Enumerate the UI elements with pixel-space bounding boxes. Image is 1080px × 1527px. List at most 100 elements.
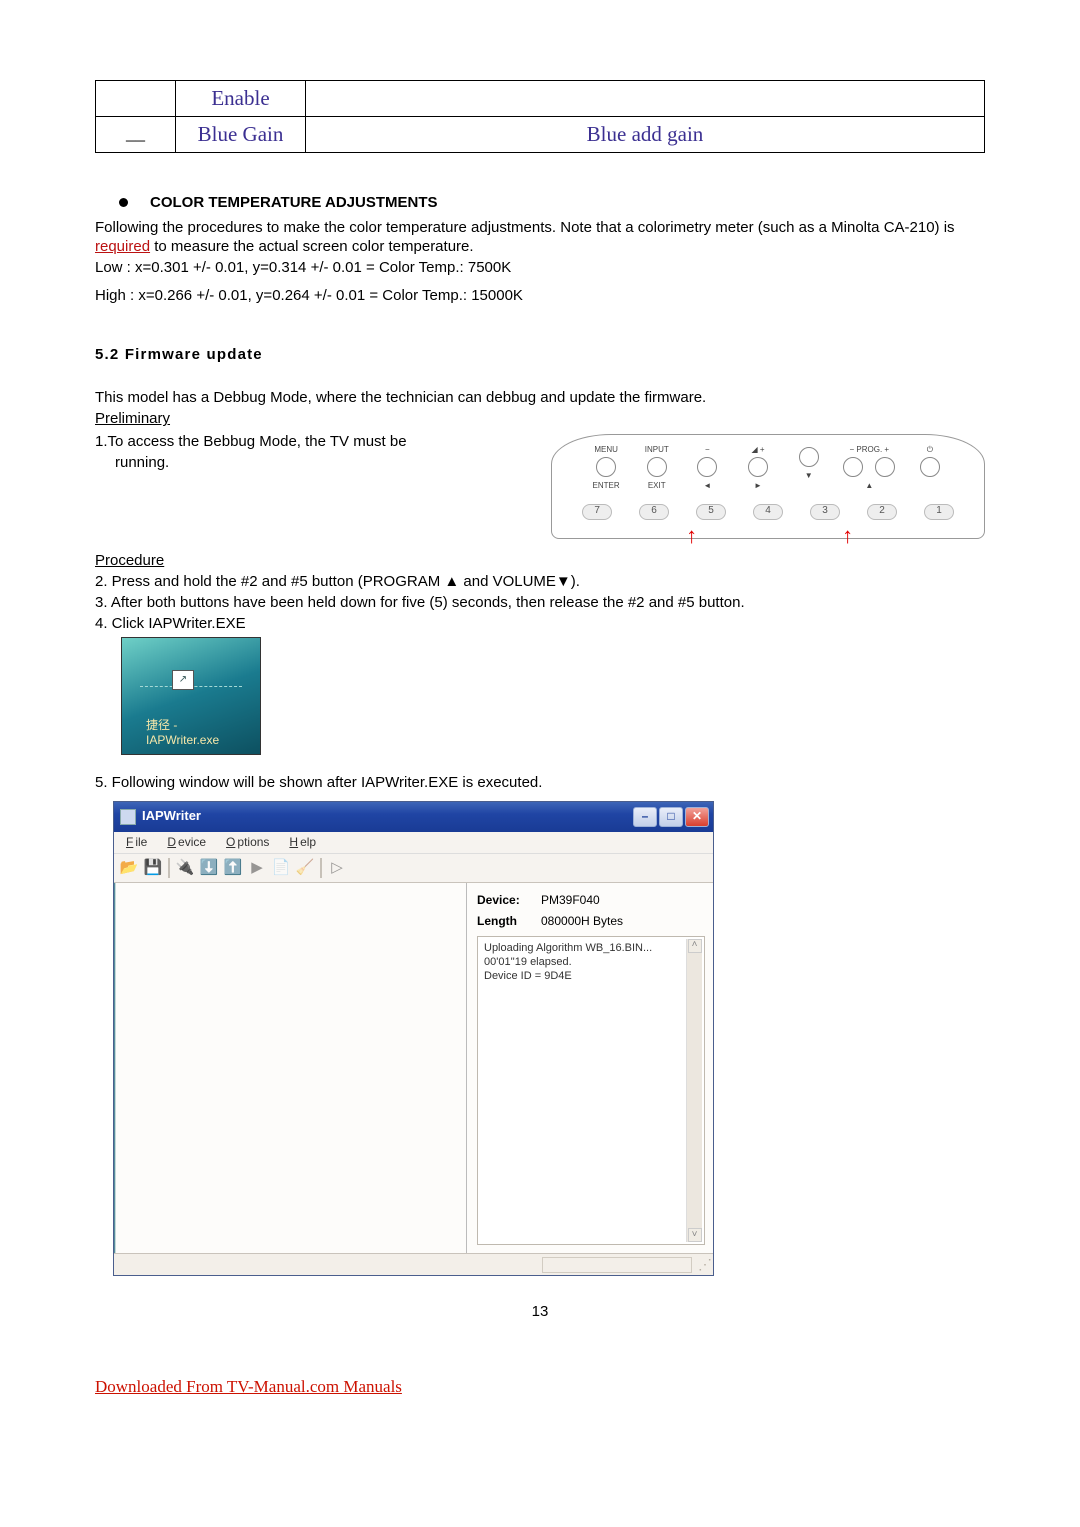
step1-text: 1.To access the Bebbug Mode, the TV must… bbox=[95, 430, 531, 538]
cell-r1c3 bbox=[306, 81, 985, 117]
cell-r2c1: __ bbox=[96, 116, 176, 152]
toolbar-separator-2 bbox=[320, 858, 322, 878]
step1-line2: running. bbox=[95, 453, 531, 472]
log-line-3: Device ID = 9D4E bbox=[484, 969, 698, 983]
panel-num-1: 1 bbox=[924, 504, 954, 520]
red-arrow-5-icon: ↑ bbox=[686, 522, 697, 550]
step1-and-panel: 1.To access the Bebbug Mode, the TV must… bbox=[95, 430, 985, 538]
step1-line1: 1.To access the Bebbug Mode, the TV must… bbox=[95, 432, 531, 451]
run-icon[interactable]: ▶ bbox=[246, 857, 268, 879]
shortcut-arrow-icon bbox=[172, 670, 194, 690]
download-chip-icon[interactable]: ⬇️ bbox=[198, 857, 220, 879]
iap-toolbar: 📂 💾 🔌 ⬇️ ⬆️ ▶ 📄 🧹 ▷ bbox=[114, 853, 713, 883]
cell-r1c1 bbox=[96, 81, 176, 117]
menu-options[interactable]: Options bbox=[222, 834, 271, 851]
device-key: Device: bbox=[477, 893, 529, 908]
p1-tail: to measure the actual screen color tempe… bbox=[150, 238, 474, 255]
iap-menu-bar: File Device Options Help bbox=[114, 832, 713, 853]
upload-chip-icon[interactable]: ⬆️ bbox=[222, 857, 244, 879]
p1-part1: Following the procedures to make the col… bbox=[95, 219, 955, 236]
panel-btn-down: ▼ bbox=[789, 445, 829, 481]
panel-number-row: 7 6 5 4 3 2 1 ↑ ↑ bbox=[582, 504, 954, 520]
procedure-heading: Procedure bbox=[95, 551, 985, 570]
scroll-up-icon[interactable]: ˄ bbox=[688, 939, 702, 953]
iap-icon-label1: 捷径 - bbox=[146, 718, 260, 733]
length-key: Length bbox=[477, 914, 529, 929]
cell-r2c3: Blue add gain bbox=[306, 116, 985, 152]
next-icon[interactable]: ▷ bbox=[326, 857, 348, 879]
log-textarea[interactable]: Uploading Algorithm WB_16.BIN... 00'01''… bbox=[477, 936, 705, 1245]
preliminary-heading: Preliminary bbox=[95, 409, 985, 428]
gain-table: Enable __ Blue Gain Blue add gain bbox=[95, 80, 985, 153]
length-value: 080000H Bytes bbox=[541, 914, 623, 929]
panel-num-3: 3 bbox=[810, 504, 840, 520]
panel-btn-menu: MENUENTER bbox=[586, 445, 626, 491]
erase-icon[interactable]: 🧹 bbox=[294, 857, 316, 879]
panel-btn-input: INPUTEXIT bbox=[637, 445, 677, 491]
tv-control-panel-figure: MENUENTER INPUTEXIT −◄ ◢ +► ▼ − PROG. +▲… bbox=[551, 430, 985, 538]
panel-num-2: 2 bbox=[867, 504, 897, 520]
iap-app-icon bbox=[120, 809, 136, 825]
iap-status-bar: ⋰ bbox=[114, 1253, 713, 1275]
menu-help[interactable]: Help bbox=[285, 834, 318, 851]
step4: 4. Click IAPWriter.EXE bbox=[95, 614, 985, 633]
save-icon[interactable]: 💾 bbox=[142, 857, 164, 879]
section-color-temp-heading: COLOR TEMPERATURE ADJUSTMENTS bbox=[95, 193, 985, 212]
log-line-2: 00'01''19 elapsed. bbox=[484, 955, 698, 969]
scroll-down-icon[interactable]: ˅ bbox=[688, 1228, 702, 1242]
iap-icon-label2: IAPWriter.exe bbox=[146, 733, 260, 748]
close-button[interactable]: ✕ bbox=[685, 807, 709, 827]
high-line: High : x=0.266 +/- 0.01, y=0.264 +/- 0.0… bbox=[95, 286, 985, 305]
iap-right-pane: Device: PM39F040 Length 080000H Bytes Up… bbox=[467, 883, 713, 1253]
iapwriter-window: IAPWriter – □ ✕ File Device Options Help… bbox=[113, 801, 714, 1276]
red-arrow-2-icon: ↑ bbox=[842, 522, 853, 550]
menu-file[interactable]: File bbox=[122, 834, 149, 851]
panel-circle-icon bbox=[596, 457, 616, 477]
step3: 3. After both buttons have been held dow… bbox=[95, 593, 985, 612]
step2: 2. Press and hold the #2 and #5 button (… bbox=[95, 572, 985, 591]
panel-num-6: 6 bbox=[639, 504, 669, 520]
panel-btn-volplus: ◢ +► bbox=[738, 445, 778, 491]
log-line-1: Uploading Algorithm WB_16.BIN... bbox=[484, 941, 698, 955]
panel-num-4: 4 bbox=[753, 504, 783, 520]
section-color-temp-title: COLOR TEMPERATURE ADJUSTMENTS bbox=[150, 193, 438, 212]
open-icon[interactable]: 📂 bbox=[118, 857, 140, 879]
panel-drawing: MENUENTER INPUTEXIT −◄ ◢ +► ▼ − PROG. +▲… bbox=[551, 434, 985, 538]
panel-num-5: 5 bbox=[696, 504, 726, 520]
cell-r2c2: Blue Gain bbox=[176, 116, 306, 152]
doc-icon[interactable]: 📄 bbox=[270, 857, 292, 879]
iap-window-title: IAPWriter bbox=[142, 808, 201, 825]
maximize-button[interactable]: □ bbox=[659, 807, 683, 827]
cell-r1c2: Enable bbox=[176, 81, 306, 117]
log-scrollbar[interactable]: ˄ ˅ bbox=[686, 939, 702, 1242]
iap-client-area: Device: PM39F040 Length 080000H Bytes Up… bbox=[114, 883, 713, 1253]
panel-top-row: MENUENTER INPUTEXIT −◄ ◢ +► ▼ − PROG. +▲… bbox=[582, 445, 954, 491]
page: Enable __ Blue Gain Blue add gain COLOR … bbox=[0, 0, 1080, 1438]
low-line: Low : x=0.301 +/- 0.01, y=0.314 +/- 0.01… bbox=[95, 258, 985, 277]
menu-device[interactable]: Device bbox=[163, 834, 208, 851]
status-cell bbox=[542, 1257, 692, 1273]
footer-source-link[interactable]: Downloaded From TV-Manual.com Manuals bbox=[95, 1376, 402, 1398]
iap-titlebar: IAPWriter – □ ✕ bbox=[114, 802, 713, 832]
color-temp-paragraph: Following the procedures to make the col… bbox=[95, 218, 985, 256]
section-5-2-heading: 5.2 Firmware update bbox=[95, 345, 985, 364]
debbug-paragraph: This model has a Debbug Mode, where the … bbox=[95, 388, 985, 407]
iapwriter-desktop-icon: 捷径 - IAPWriter.exe bbox=[121, 637, 261, 755]
iap-left-pane bbox=[114, 883, 467, 1253]
device-row: Device: PM39F040 bbox=[477, 893, 705, 908]
connect-icon[interactable]: 🔌 bbox=[174, 857, 196, 879]
panel-btn-prog: − PROG. +▲ bbox=[839, 445, 899, 491]
panel-num-7: 7 bbox=[582, 504, 612, 520]
minimize-button[interactable]: – bbox=[633, 807, 657, 827]
length-row: Length 080000H Bytes bbox=[477, 914, 705, 929]
resize-grip-icon[interactable]: ⋰ bbox=[698, 1256, 709, 1274]
panel-btn-volminus: −◄ bbox=[687, 445, 727, 491]
panel-btn-power: ⏻ bbox=[910, 445, 950, 481]
toolbar-separator bbox=[168, 858, 170, 878]
page-number: 13 bbox=[95, 1302, 985, 1321]
window-buttons: – □ ✕ bbox=[633, 807, 709, 827]
step5: 5. Following window will be shown after … bbox=[95, 773, 985, 792]
bullet-icon bbox=[119, 198, 128, 207]
p1-required: required bbox=[95, 238, 150, 255]
device-value: PM39F040 bbox=[541, 893, 600, 908]
